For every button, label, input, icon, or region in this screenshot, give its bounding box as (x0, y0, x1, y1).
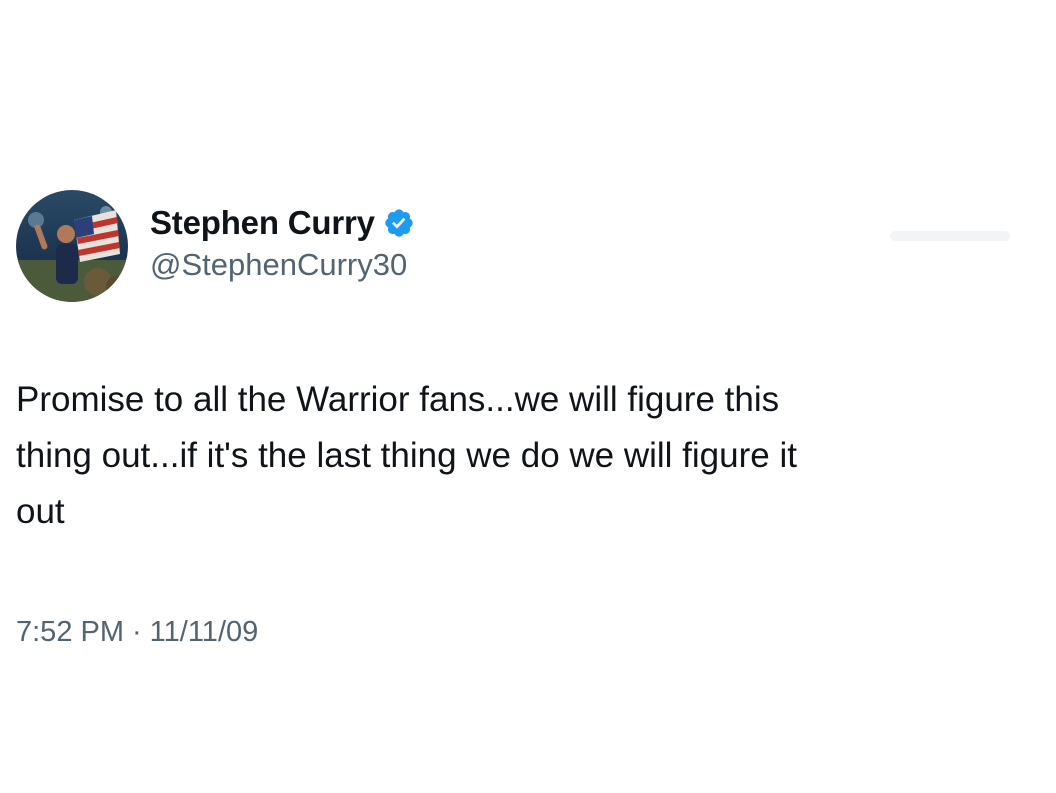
tweet-text: Promise to all the Warrior fans...we wil… (16, 380, 797, 531)
faded-menu-placeholder (890, 231, 1010, 241)
tweet-header: Stephen Curry @StephenCurry30 (16, 190, 415, 302)
timestamp-separator: · (132, 616, 142, 648)
tweet-time: 7:52 PM (16, 616, 124, 648)
tweet-date: 11/11/09 (149, 616, 259, 648)
verified-badge-icon[interactable] (383, 207, 415, 239)
display-name[interactable]: Stephen Curry (150, 204, 375, 242)
profile-photo-icon (16, 190, 128, 302)
user-handle[interactable]: @StephenCurry30 (150, 247, 415, 283)
avatar[interactable] (16, 190, 128, 302)
tweet-timestamp[interactable]: 7:52 PM · 11/11/09 (16, 616, 258, 649)
author-names: Stephen Curry @StephenCurry30 (150, 201, 415, 283)
tweet-card: Stephen Curry @StephenCurry30 Promise to… (0, 0, 1056, 793)
name-row: Stephen Curry (150, 201, 415, 245)
